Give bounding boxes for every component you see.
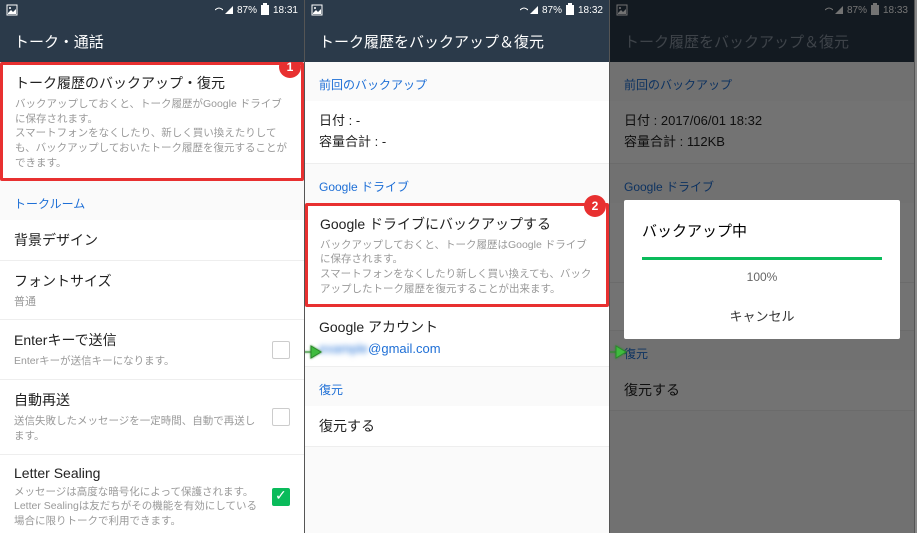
section-prev-backup: 前回のバックアップ [305,62,609,101]
progress-track [642,257,882,260]
section-restore: 復元 [305,367,609,406]
screen-3: 87% 18:33 トーク履歴をバックアップ＆復元 前回のバックアップ 日付 :… [610,0,915,533]
letter-sealing-row[interactable]: Letter Sealing メッセージは高度な暗号化によって保護されます。Le… [0,455,304,533]
cancel-button[interactable]: キャンセル [642,298,882,327]
gdrive-backup-title: Google ドライブにバックアップする [320,214,594,234]
battery-percent: 87% [542,5,562,16]
status-time: 18:31 [273,5,298,16]
screenshot-icon [311,4,323,16]
backup-dialog: バックアップ中 100% キャンセル [624,200,900,339]
battery-icon [566,3,574,18]
arrow-icon [610,340,628,369]
battery-icon [261,3,269,18]
backup-title: トーク履歴のバックアップ・復元 [15,73,289,93]
arrow-icon [305,340,323,369]
status-bar: 87% 18:32 [305,0,609,20]
auto-resend-row[interactable]: 自動再送 送信失敗したメッセージを一定時間、自動で再送します。 [0,380,304,454]
page-header: トーク・通話 [0,20,304,62]
enter-send-checkbox[interactable] [272,341,290,359]
font-size-row[interactable]: フォントサイズ 普通 [0,261,304,320]
screen-2: 87% 18:32 トーク履歴をバックアップ＆復元 前回のバックアップ 日付 :… [305,0,610,533]
dialog-title: バックアップ中 [642,220,882,241]
auto-resend-checkbox[interactable] [272,408,290,426]
restore-row[interactable]: 復元する [305,406,609,447]
section-gdrive: Google ドライブ [305,164,609,203]
backup-restore-row[interactable]: トーク履歴のバックアップ・復元 バックアップしておくと、トーク履歴がGoogle… [0,62,304,181]
letter-sealing-checkbox[interactable] [272,488,290,506]
status-icons [520,6,538,14]
status-icons [215,6,233,14]
background-design-row[interactable]: 背景デザイン [0,220,304,261]
prev-backup-info: 日付 : - 容量合計 : - [305,101,609,164]
status-bar: 87% 18:31 [0,0,304,20]
gdrive-backup-row[interactable]: Google ドライブにバックアップする バックアップしておくと、トーク履歴はG… [305,203,609,308]
progress-bar [642,257,882,260]
backup-desc: バックアップしておくと、トーク履歴がGoogle ドライブに保存されます。 スマ… [15,97,289,170]
callout-badge-2: 2 [584,195,606,217]
battery-percent: 87% [237,5,257,16]
progress-percent: 100% [642,270,882,284]
account-email: example@gmail.com [319,341,595,356]
google-account-row[interactable]: Google アカウント example@gmail.com [305,307,609,367]
status-time: 18:32 [578,5,603,16]
screenshot-icon [6,4,18,16]
screen-1: 87% 18:31 トーク・通話 1 トーク履歴のバックアップ・復元 バックアッ… [0,0,305,533]
section-talkroom: トークルーム [0,181,304,220]
enter-send-row[interactable]: Enterキーで送信 Enterキーが送信キーになります。 [0,320,304,380]
page-header: トーク履歴をバックアップ＆復元 [305,20,609,62]
gdrive-backup-desc: バックアップしておくと、トーク履歴はGoogle ドライブに保存されます。 スマ… [320,238,594,297]
